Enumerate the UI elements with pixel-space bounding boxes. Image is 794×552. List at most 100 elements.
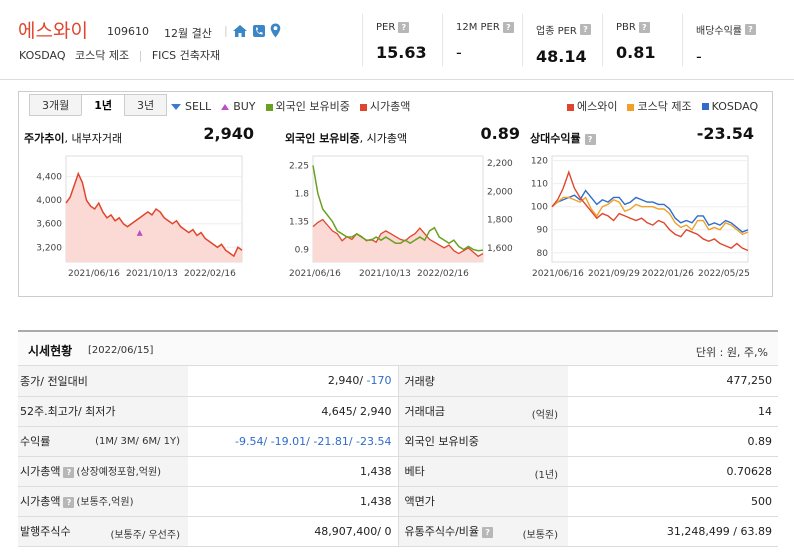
metric-value: 15.63 — [376, 43, 427, 62]
metric-dividend-yield: 배당수익률? - — [696, 22, 756, 66]
y-tick-label: 90 — [537, 226, 549, 236]
metric-value: - — [456, 43, 462, 62]
x-tick-label: 2021/10/13 — [126, 269, 178, 279]
company-name: 에스와이 — [18, 20, 88, 42]
location-pin-icon[interactable] — [270, 23, 281, 38]
metric-value: - — [696, 47, 702, 66]
row-value: 477,250 — [568, 366, 778, 397]
row-label: 수익률 (1M/ 3M/ 6M/ 1Y) — [18, 426, 188, 457]
y-tick-label: 4,000 — [36, 196, 62, 206]
x-tick-label: 2022/02/16 — [184, 269, 236, 279]
y-right-tick-label: 2,000 — [487, 187, 513, 197]
row-value: -9.54/ -19.01/ -21.81/ -23.54 — [188, 426, 398, 457]
price-chart-title: 주가추이, 내부자거래 — [24, 132, 123, 145]
row-value: 1,438 — [188, 486, 398, 517]
y-tick-label: 4,400 — [36, 173, 62, 183]
price-chart[interactable]: 3,200 3,600 4,000 4,400 2021/06/16 2021/10/13… — [24, 150, 254, 290]
metric-label: 12M PER — [456, 22, 500, 33]
y-right-tick-label: 1,600 — [487, 244, 513, 254]
foreign-chart-panel: 외국인 보유비중, 시가총액 0.89 0.9 1.35 1.8 2.25 1,600 1… — [285, 122, 520, 292]
row-label: 거래대금 (억원) — [397, 396, 568, 427]
summary-table: 종가/ 전일대비 2,940/ -170 거래량 477,250 52주.최고가/ 최저… — [18, 366, 778, 547]
y-left-tick-label: 2.25 — [289, 161, 309, 171]
phone-icon[interactable] — [252, 24, 266, 38]
metric-value: 48.14 — [536, 47, 587, 66]
row-value: 0.89 — [568, 426, 778, 457]
foreign-value: 0.89 — [480, 124, 520, 143]
y-tick-label: 3,600 — [36, 220, 62, 230]
tab-1y[interactable]: 1년 — [81, 94, 126, 116]
sell-marker-icon — [171, 103, 181, 110]
y-tick-label: 3,200 — [36, 243, 62, 253]
metric-value: 0.81 — [616, 43, 656, 62]
sector-market: 코스닥 제조 — [75, 49, 130, 62]
x-tick-label: 2022/02/16 — [417, 269, 469, 279]
chart-section: 3개월 1년 3년 SELL BUY 외국인 보유비중 시가총액 에스와이 코스… — [18, 91, 773, 297]
tab-3y[interactable]: 3년 — [124, 94, 168, 116]
summary-row: 시가총액? (상장예정포함,억원) 1,438 베타 (1년) 0.70628 — [18, 456, 778, 487]
row-value: 14 — [568, 396, 778, 427]
x-tick-label: 2021/09/29 — [588, 269, 640, 279]
x-tick-label: 2021/10/13 — [359, 269, 411, 279]
row-label: 거래량 — [397, 366, 568, 397]
metric-12m-per: 12M PER? - — [456, 22, 514, 62]
legend-buy: BUY — [221, 100, 256, 113]
metric-label: PER — [376, 22, 396, 33]
y-right-tick-label: 1,800 — [487, 216, 513, 226]
metric-sector-per: 업종 PER? 48.14 — [536, 22, 591, 66]
green-square-icon — [265, 103, 273, 111]
help-icon[interactable]: ? — [584, 134, 596, 145]
summary-unit: 단위 : 원, 주,% — [695, 346, 768, 359]
row-value: 48,907,400/ 0 — [188, 516, 398, 547]
help-icon[interactable]: ? — [579, 24, 591, 35]
summary-header: 시세현황 [2022/06/15] 단위 : 원, 주,% — [18, 330, 778, 366]
help-icon[interactable]: ? — [745, 24, 756, 35]
help-icon[interactable]: ? — [482, 527, 494, 538]
summary-row: 종가/ 전일대비 2,940/ -170 거래량 477,250 — [18, 366, 778, 397]
row-label: 종가/ 전일대비 — [18, 366, 188, 397]
legend-right: 에스와이 코스닥 제조 KOSDAQ — [567, 98, 758, 114]
home-icon[interactable] — [232, 24, 248, 38]
legend-mcap: 시가총액 — [359, 98, 410, 114]
y-tick-label: 120 — [531, 157, 548, 167]
help-icon[interactable]: ? — [398, 22, 410, 33]
legend-sell: SELL — [171, 100, 211, 113]
market-name: KOSDAQ — [19, 49, 66, 62]
legend-company: 에스와이 — [567, 98, 617, 114]
metric-pbr: PBR? 0.81 — [616, 22, 655, 62]
x-tick-label: 2021/06/16 — [532, 269, 584, 279]
relative-return-chart[interactable]: 80 90 100 110 120 2021/06/16 2021/09/29 2022/01… — [530, 150, 754, 290]
metric-label: 업종 PER — [536, 26, 577, 37]
company-header: 에스와이 109610 12월 결산 | KOSDAQ 코스닥 제조 | FIC… — [0, 0, 794, 80]
row-label: 52주.최고가/ 최저가 — [18, 396, 188, 427]
help-icon[interactable]: ? — [63, 467, 75, 478]
help-icon[interactable]: ? — [502, 22, 514, 33]
y-left-tick-label: 0.9 — [295, 246, 310, 256]
company-code: 109610 — [107, 25, 149, 38]
tab-3m[interactable]: 3개월 — [29, 94, 83, 116]
foreign-ownership-chart[interactable]: 0.9 1.35 1.8 2.25 1,600 1,800 2,000 2,200 2021/0… — [285, 150, 520, 290]
legend-foreign: 외국인 보유비중 — [265, 98, 350, 114]
company-classification: KOSDAQ 코스닥 제조 | FICS 건축자재 — [19, 49, 221, 62]
relative-return-value: -23.54 — [696, 124, 754, 143]
x-tick-label: 2022/01/26 — [642, 269, 694, 279]
summary-title: 시세현황 — [28, 344, 73, 358]
market-summary: 시세현황 [2022/06/15] 단위 : 원, 주,% 종가/ 전일대비 2,… — [18, 330, 778, 547]
legend-sector: 코스닥 제조 — [627, 98, 692, 114]
x-tick-label: 2021/06/16 — [68, 269, 120, 279]
help-icon[interactable]: ? — [63, 497, 75, 508]
row-label: 베타 (1년) — [397, 456, 568, 487]
summary-date: [2022/06/15] — [88, 345, 154, 356]
y-tick-label: 80 — [537, 249, 549, 259]
relative-return-title: 상대수익률? — [530, 130, 596, 146]
help-icon[interactable]: ? — [638, 22, 650, 33]
row-value: 31,248,499 / 63.89 — [568, 516, 778, 547]
row-label: 시가총액? (보통주,억원) — [18, 486, 188, 517]
foreign-chart-title: 외국인 보유비중, 시가총액 — [285, 132, 408, 145]
metric-per: PER? 15.63 — [376, 22, 427, 62]
period-tabs: 3개월 1년 3년 — [29, 94, 168, 116]
summary-row: 수익률 (1M/ 3M/ 6M/ 1Y) -9.54/ -19.01/ -21.81… — [18, 426, 778, 457]
row-label: 발행주식수 (보통주/ 우선주) — [18, 516, 188, 547]
y-right-tick-label: 2,200 — [487, 159, 513, 169]
x-tick-label: 2021/06/16 — [289, 269, 341, 279]
